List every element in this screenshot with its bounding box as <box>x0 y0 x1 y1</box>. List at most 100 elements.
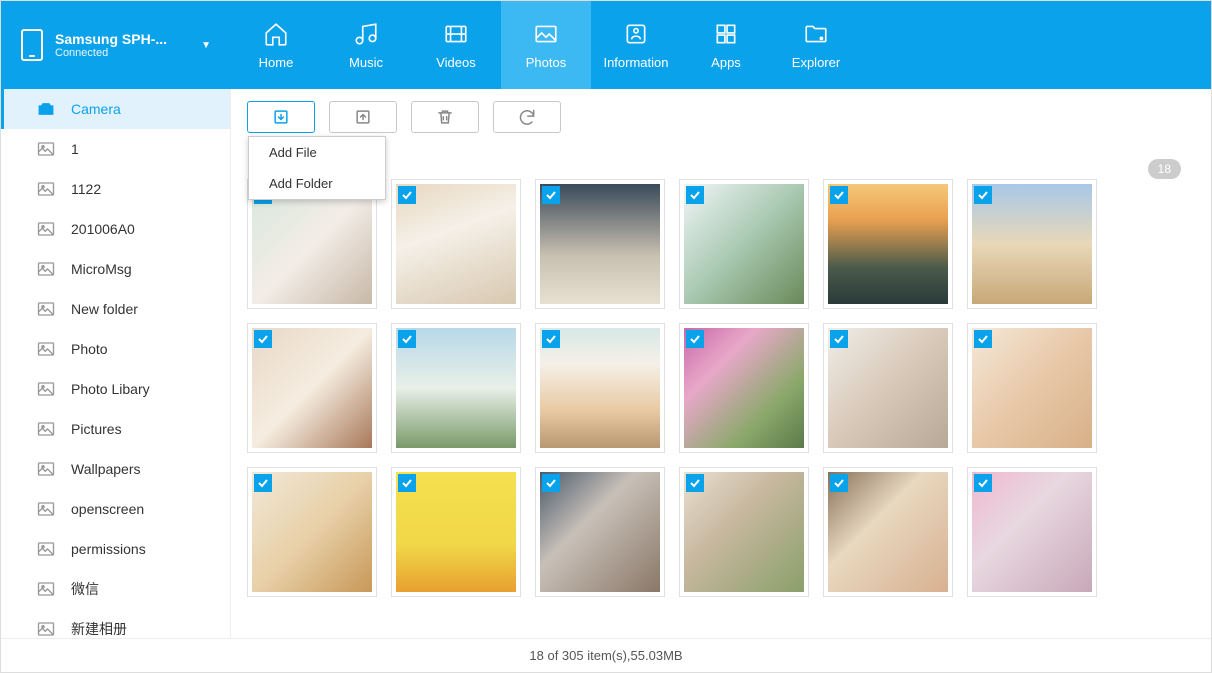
photo-thumbnail[interactable] <box>823 179 953 309</box>
photo-thumbnail[interactable] <box>247 323 377 453</box>
checkbox-icon[interactable] <box>974 330 992 348</box>
sidebar: Camera 1 1122 201006A0 MicroMsg New folder Pho… <box>1 89 231 638</box>
home-icon <box>263 21 289 47</box>
checkbox-icon[interactable] <box>254 474 272 492</box>
sidebar-item-permissions[interactable]: permissions <box>1 529 230 569</box>
checkbox-icon[interactable] <box>542 186 560 204</box>
sidebar-item-new-folder[interactable]: New folder <box>1 289 230 329</box>
checkbox-icon[interactable] <box>542 330 560 348</box>
status-bar: 18 of 305 item(s),55.03MB <box>1 638 1211 672</box>
photo-thumbnail[interactable] <box>823 467 953 597</box>
sidebar-item-label: MicroMsg <box>71 261 132 277</box>
checkbox-icon[interactable] <box>830 474 848 492</box>
import-button[interactable]: Add File Add Folder <box>247 101 315 133</box>
checkbox-icon[interactable] <box>398 330 416 348</box>
nav-videos[interactable]: Videos <box>411 1 501 89</box>
sidebar-item-201006a0[interactable]: 201006A0 <box>1 209 230 249</box>
apps-icon <box>713 21 739 47</box>
sidebar-item-label: permissions <box>71 541 146 557</box>
sidebar-item-wallpapers[interactable]: Wallpapers <box>1 449 230 489</box>
sidebar-item-label: Wallpapers <box>71 461 141 477</box>
sidebar-item-openscreen[interactable]: openscreen <box>1 489 230 529</box>
checkbox-icon[interactable] <box>686 186 704 204</box>
photo-thumbnail[interactable] <box>535 179 665 309</box>
checkbox-icon[interactable] <box>686 474 704 492</box>
checkbox-icon[interactable] <box>830 330 848 348</box>
photo-thumbnail[interactable] <box>823 323 953 453</box>
sidebar-item-label: Photo <box>71 341 108 357</box>
photo-thumbnail[interactable] <box>535 467 665 597</box>
photo-thumbnail[interactable] <box>967 467 1097 597</box>
sidebar-item-label: Camera <box>71 101 121 117</box>
checkbox-icon[interactable] <box>398 186 416 204</box>
photo-thumbnail[interactable] <box>679 323 809 453</box>
photo-thumbnail[interactable] <box>391 179 521 309</box>
sidebar-item-微信[interactable]: 微信 <box>1 569 230 609</box>
sidebar-item-label: 1122 <box>71 181 101 197</box>
sidebar-item-label: Photo Libary <box>71 381 150 397</box>
header: Samsung SPH-... Connected ▼ Home Music V… <box>1 1 1211 89</box>
checkbox-icon[interactable] <box>398 474 416 492</box>
sidebar-item-label: New folder <box>71 301 138 317</box>
sidebar-item-label: Pictures <box>71 421 122 437</box>
checkbox-icon[interactable] <box>830 186 848 204</box>
add-folder-item[interactable]: Add Folder <box>249 168 385 199</box>
photo-thumbnail[interactable] <box>535 323 665 453</box>
sidebar-item-label: 微信 <box>71 579 99 599</box>
status-text: 18 of 305 item(s),55.03MB <box>529 648 682 663</box>
app-window: Samsung SPH-... Connected ▼ Home Music V… <box>0 0 1212 673</box>
video-icon <box>443 21 469 47</box>
phone-icon <box>21 29 43 61</box>
sidebar-item-label: openscreen <box>71 501 144 517</box>
refresh-icon <box>517 107 537 127</box>
checkbox-icon[interactable] <box>974 186 992 204</box>
export-button[interactable] <box>329 101 397 133</box>
nav-information[interactable]: Information <box>591 1 681 89</box>
trash-icon <box>435 107 455 127</box>
device-name: Samsung SPH-... <box>55 31 193 47</box>
checkbox-icon[interactable] <box>542 474 560 492</box>
main-nav: Home Music Videos Photos Information App… <box>231 1 861 89</box>
nav-photos[interactable]: Photos <box>501 1 591 89</box>
photo-thumbnail[interactable] <box>967 179 1097 309</box>
folder-icon <box>803 21 829 47</box>
toolbar: Add File Add Folder <box>247 101 1185 133</box>
photo-icon <box>533 21 559 47</box>
checkbox-icon[interactable] <box>974 474 992 492</box>
count-badge: 18 <box>1148 159 1181 179</box>
sidebar-item-1[interactable]: 1 <box>1 129 230 169</box>
sidebar-item-micromsg[interactable]: MicroMsg <box>1 249 230 289</box>
refresh-button[interactable] <box>493 101 561 133</box>
export-icon <box>353 107 373 127</box>
main-panel: Add File Add Folder 18 <box>231 89 1211 638</box>
photo-thumbnail[interactable] <box>967 323 1097 453</box>
checkbox-icon[interactable] <box>686 330 704 348</box>
photo-thumbnail[interactable] <box>247 467 377 597</box>
sidebar-item-camera[interactable]: Camera <box>1 89 230 129</box>
sidebar-item-pictures[interactable]: Pictures <box>1 409 230 449</box>
sidebar-item-1122[interactable]: 1122 <box>1 169 230 209</box>
device-status: Connected <box>55 47 193 59</box>
import-icon <box>271 107 291 127</box>
sidebar-item-label: 新建相册 <box>71 619 127 638</box>
nav-home[interactable]: Home <box>231 1 321 89</box>
photo-thumbnail[interactable] <box>391 467 521 597</box>
photo-thumbnail[interactable] <box>391 323 521 453</box>
nav-apps[interactable]: Apps <box>681 1 771 89</box>
info-icon <box>623 21 649 47</box>
sidebar-item-photo-libary[interactable]: Photo Libary <box>1 369 230 409</box>
sidebar-item-新建相册[interactable]: 新建相册 <box>1 609 230 638</box>
photo-thumbnail[interactable] <box>679 179 809 309</box>
device-selector[interactable]: Samsung SPH-... Connected ▼ <box>1 1 231 89</box>
checkbox-icon[interactable] <box>254 330 272 348</box>
sidebar-item-label: 201006A0 <box>71 221 135 237</box>
photo-thumbnail[interactable] <box>679 467 809 597</box>
sidebar-item-photo[interactable]: Photo <box>1 329 230 369</box>
nav-explorer[interactable]: Explorer <box>771 1 861 89</box>
chevron-down-icon: ▼ <box>201 40 211 51</box>
nav-music[interactable]: Music <box>321 1 411 89</box>
delete-button[interactable] <box>411 101 479 133</box>
add-file-item[interactable]: Add File <box>249 137 385 168</box>
music-icon <box>353 21 379 47</box>
sidebar-item-label: 1 <box>71 141 79 157</box>
